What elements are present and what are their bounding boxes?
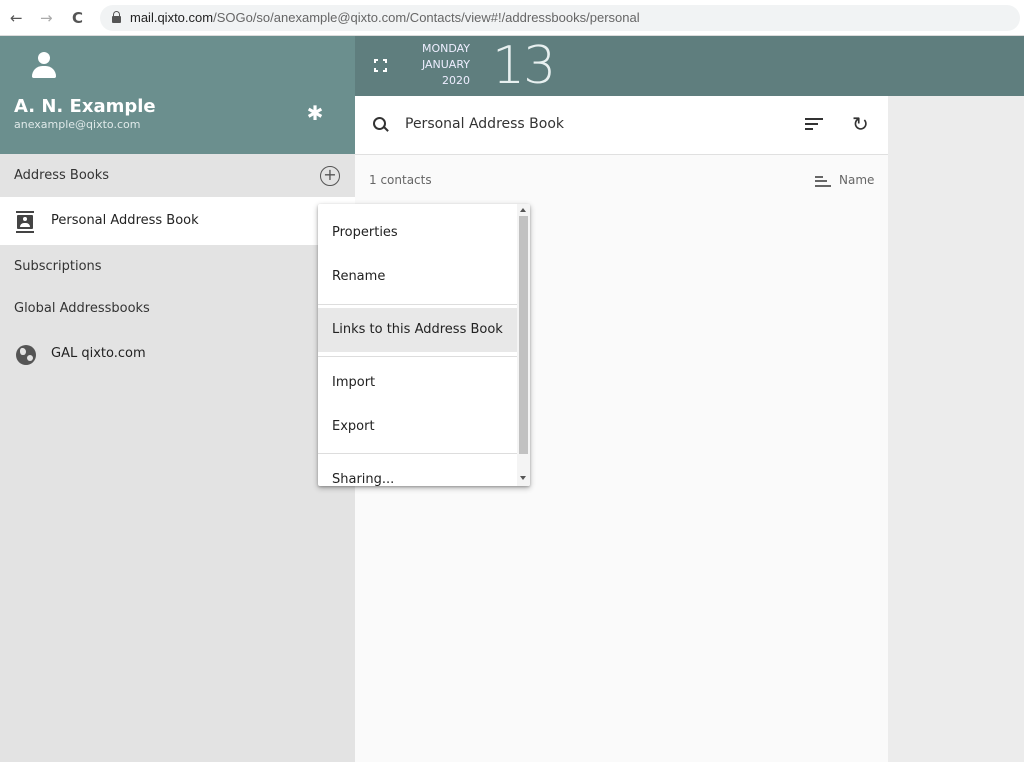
menu-item-export[interactable]: Export (318, 405, 517, 449)
scroll-down-arrow-icon[interactable] (520, 476, 526, 480)
menu-divider (318, 304, 517, 305)
lock-icon (112, 11, 121, 23)
refresh-icon[interactable]: ↻ (852, 113, 869, 135)
sort-by-name-icon[interactable] (815, 176, 831, 187)
address-book-context-menu: Properties Rename Links to this Address … (318, 204, 530, 486)
page-title: Personal Address Book (405, 116, 565, 132)
date-text: MONDAY JANUARY 2020 (422, 41, 470, 89)
sidebar-item-personal-address-book[interactable]: Personal Address Book (0, 197, 355, 245)
contacts-toolbar: Personal Address Book ↻ (355, 96, 888, 155)
user-avatar-icon (30, 52, 58, 80)
address-bar[interactable]: mail.qixto.com/SOGo/so/anexample@qixto.c… (100, 5, 1020, 31)
contact-book-icon (16, 211, 34, 233)
detail-pane (888, 96, 1024, 762)
menu-divider (318, 356, 517, 357)
date-weekday: MONDAY (421, 42, 470, 55)
date-year: 2020 (442, 74, 470, 87)
reload-icon[interactable]: C (72, 9, 83, 27)
gear-icon[interactable]: ✱ (304, 102, 326, 124)
sort-by-name-button[interactable]: Name (839, 173, 874, 187)
url-host: mail.qixto.com (130, 10, 214, 25)
add-address-book-button[interactable]: + (320, 166, 340, 186)
scroll-thumb[interactable] (519, 216, 528, 454)
sidebar-item-label: GAL qixto.com (51, 346, 146, 361)
url-path: /SOGo/so/anexample@qixto.com/Contacts/vi… (213, 10, 640, 25)
user-header: A. N. Example anexample@qixto.com ✱ (0, 36, 355, 154)
menu-item-properties[interactable]: Properties (318, 211, 517, 255)
user-name: A. N. Example (14, 96, 156, 117)
user-email: anexample@qixto.com (14, 118, 141, 131)
globe-icon (16, 345, 36, 365)
fullscreen-icon[interactable] (374, 59, 387, 72)
menu-item-links[interactable]: Links to this Address Book (318, 308, 517, 352)
subscriptions-heading: Subscriptions (14, 259, 102, 274)
sort-icon[interactable] (805, 118, 823, 132)
browser-toolbar: ← → C mail.qixto.com/SOGo/so/anexample@q… (0, 0, 1024, 36)
scroll-up-arrow-icon[interactable] (520, 208, 526, 212)
date-header: MONDAY JANUARY 2020 13 (355, 36, 1024, 96)
back-arrow-icon[interactable]: ← (10, 9, 23, 27)
sidebar-item-label: Personal Address Book (51, 213, 199, 228)
contacts-count: 1 contacts (369, 173, 432, 187)
forward-arrow-icon[interactable]: → (40, 9, 53, 27)
menu-scrollbar[interactable] (517, 204, 530, 486)
menu-divider (318, 453, 517, 454)
sidebar: A. N. Example anexample@qixto.com ✱ Addr… (0, 36, 355, 762)
sidebar-item-gal[interactable]: GAL qixto.com (0, 333, 355, 381)
menu-item-import[interactable]: Import (318, 361, 517, 405)
address-books-heading: Address Books (14, 168, 110, 183)
date-day: 13 (492, 36, 556, 96)
url-text: mail.qixto.com/SOGo/so/anexample@qixto.c… (130, 10, 640, 25)
menu-item-sharing[interactable]: Sharing... (318, 458, 517, 486)
search-icon[interactable] (373, 117, 389, 133)
menu-item-rename[interactable]: Rename (318, 255, 517, 299)
global-addressbooks-heading: Global Addressbooks (14, 301, 150, 316)
date-month: JANUARY (421, 58, 470, 71)
